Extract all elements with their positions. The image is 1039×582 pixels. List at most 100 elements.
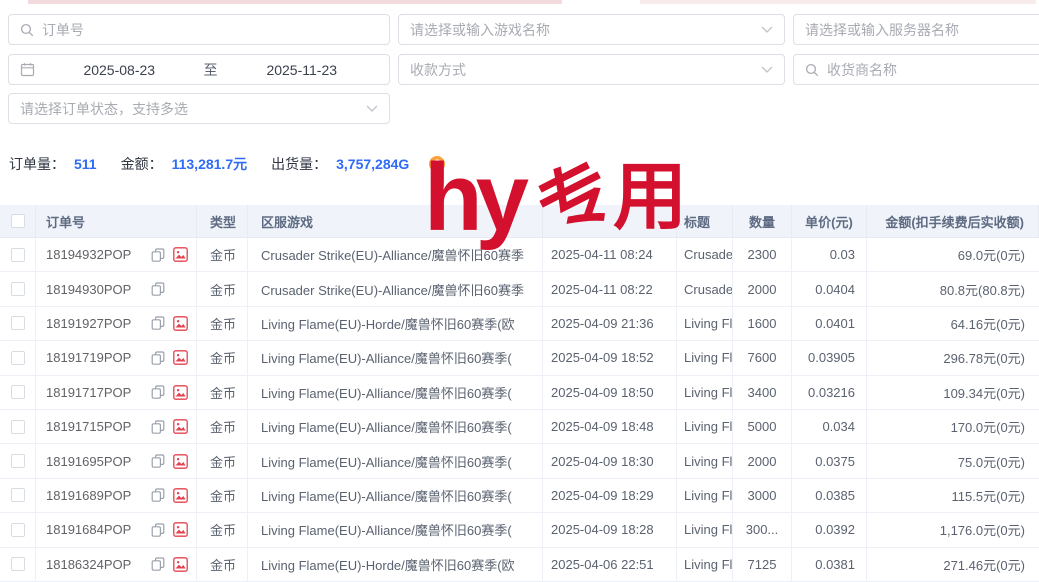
help-question-icon[interactable]: ? [429, 156, 445, 172]
search-icon [20, 23, 34, 37]
time-cell: 2025-04-09 18:50 [543, 376, 677, 409]
row-select-cell [0, 410, 36, 443]
payment-method-select[interactable]: 收款方式 [398, 54, 785, 85]
qty-cell: 2000 [733, 444, 792, 477]
amount-cell: 1,176.0元(0元) [867, 513, 1039, 546]
type-cell: 金币 [197, 513, 248, 546]
row-select-cell [0, 376, 36, 409]
order-no-value: 18191689POP [46, 488, 143, 503]
server-game-cell: Living Flame(EU)-Alliance/魔兽怀旧60赛季( [248, 410, 543, 443]
row-checkbox[interactable] [11, 385, 25, 399]
table-row: 18191684POP 金币 Living Flame(EU)-Alliance… [0, 513, 1039, 547]
stat-amount-value: 113,281.7元 [172, 154, 248, 174]
row-select-cell [0, 513, 36, 546]
time-cell: 2025-04-11 08:22 [543, 272, 677, 305]
image-icon[interactable] [173, 316, 188, 331]
receiver-name-input[interactable]: 收货商名称 [793, 54, 1039, 85]
image-icon[interactable] [173, 454, 188, 469]
row-checkbox[interactable] [11, 351, 25, 365]
order-no-cell: 18191695POP [36, 444, 197, 477]
row-select-cell [0, 307, 36, 340]
game-name-select[interactable]: 请选择或输入游戏名称 [398, 14, 785, 45]
qty-cell: 3400 [733, 376, 792, 409]
type-cell: 金币 [197, 341, 248, 374]
image-icon[interactable] [173, 385, 188, 400]
order-status-select[interactable]: 请选择订单状态，支持多选 [8, 93, 390, 124]
receiver-name-placeholder: 收货商名称 [827, 60, 1033, 80]
amount-cell: 109.34元(0元) [867, 376, 1039, 409]
select-all-cell [0, 205, 36, 237]
type-cell: 金币 [197, 444, 248, 477]
copy-icon[interactable] [151, 420, 165, 434]
row-checkbox[interactable] [11, 557, 25, 571]
unit-price-cell: 0.0381 [792, 548, 867, 581]
image-icon[interactable] [173, 350, 188, 365]
image-icon[interactable] [173, 419, 188, 434]
time-cell: 2025-04-09 18:52 [543, 341, 677, 374]
copy-icon[interactable] [151, 488, 165, 502]
copy-icon[interactable] [151, 557, 165, 571]
row-checkbox[interactable] [11, 523, 25, 537]
header-amount: 金额(扣手续费后实收额) [867, 205, 1039, 237]
image-icon[interactable] [173, 247, 188, 262]
copy-icon[interactable] [151, 282, 165, 296]
type-cell: 金币 [197, 307, 248, 340]
date-end-value[interactable]: 2025-11-23 [226, 62, 379, 78]
image-icon[interactable] [173, 557, 188, 572]
row-select-cell [0, 238, 36, 271]
server-game-cell: Crusader Strike(EU)-Alliance/魔兽怀旧60赛季 [248, 238, 543, 271]
table-row: 18191715POP 金币 Living Flame(EU)-Alliance… [0, 410, 1039, 444]
type-cell: 金币 [197, 238, 248, 271]
row-checkbox[interactable] [11, 282, 25, 296]
server-name-input[interactable]: 请选择或输入服务器名称 [793, 14, 1039, 45]
amount-cell: 75.0元(0元) [867, 444, 1039, 477]
image-icon[interactable] [173, 522, 188, 537]
order-no-cell: 18186324POP [36, 548, 197, 581]
table-row: 18186324POP 金币 Living Flame(EU)-Horde/魔兽… [0, 548, 1039, 582]
unit-price-cell: 0.0385 [792, 479, 867, 512]
row-checkbox[interactable] [11, 316, 25, 330]
row-checkbox[interactable] [11, 488, 25, 502]
row-checkbox[interactable] [11, 454, 25, 468]
stat-shipment-label: 出货量： [271, 154, 327, 174]
row-checkbox[interactable] [11, 420, 25, 434]
date-start-value[interactable]: 2025-08-23 [43, 62, 196, 78]
copy-icon[interactable] [151, 454, 165, 468]
table-row: 18191927POP 金币 Living Flame(EU)-Horde/魔兽… [0, 307, 1039, 341]
top-crop-strip-right [640, 0, 1036, 4]
order-status-placeholder: 请选择订单状态，支持多选 [20, 99, 358, 119]
copy-icon[interactable] [151, 385, 165, 399]
stat-order-count-value: 511 [74, 156, 97, 172]
row-select-cell [0, 341, 36, 374]
qty-cell: 1600 [733, 307, 792, 340]
header-qty: 数量 [733, 205, 792, 237]
title-cell: Living Fl [677, 307, 733, 340]
order-number-placeholder: 订单号 [42, 20, 378, 40]
order-no-value: 18191717POP [46, 385, 143, 400]
order-no-value: 18191695POP [46, 454, 143, 469]
date-range-separator: 至 [204, 60, 218, 80]
copy-icon[interactable] [151, 248, 165, 262]
table-body: 18194932POP 金币 Crusader Strike(EU)-Allia… [0, 238, 1039, 582]
image-icon[interactable] [173, 488, 188, 503]
title-cell: Living Fl [677, 341, 733, 374]
chevron-down-icon [366, 105, 378, 113]
order-no-cell: 18194932POP [36, 238, 197, 271]
copy-icon[interactable] [151, 523, 165, 537]
amount-cell: 170.0元(0元) [867, 410, 1039, 443]
order-number-input[interactable]: 订单号 [8, 14, 390, 45]
unit-price-cell: 0.0392 [792, 513, 867, 546]
row-checkbox[interactable] [11, 248, 25, 262]
qty-cell: 7125 [733, 548, 792, 581]
type-cell: 金币 [197, 479, 248, 512]
stat-amount-label: 金额： [121, 154, 163, 174]
stat-order-count-label: 订单量： [9, 154, 65, 174]
date-range-picker[interactable]: 2025-08-23 至 2025-11-23 [8, 54, 390, 85]
table-row: 18194932POP 金币 Crusader Strike(EU)-Allia… [0, 238, 1039, 272]
title-cell: Living Fl [677, 444, 733, 477]
title-cell: Crusade [677, 272, 733, 305]
copy-icon[interactable] [151, 316, 165, 330]
header-title: 标题 [677, 205, 733, 237]
select-all-checkbox[interactable] [11, 214, 25, 228]
copy-icon[interactable] [151, 351, 165, 365]
